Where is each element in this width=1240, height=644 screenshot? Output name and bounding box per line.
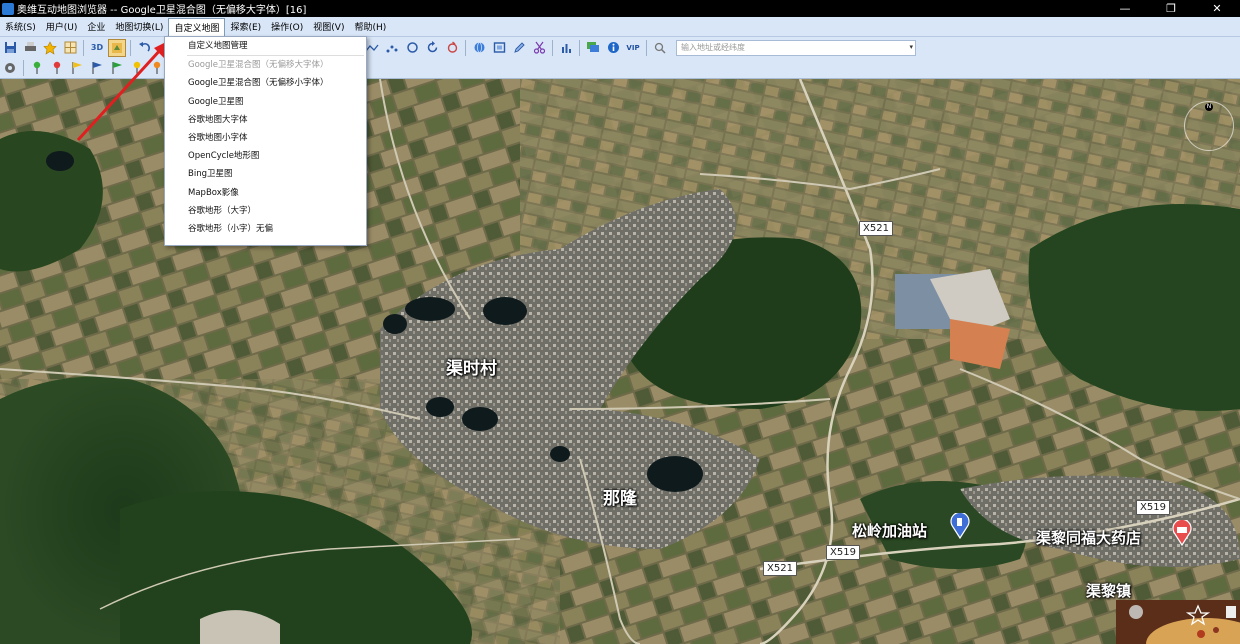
- menu-help[interactable]: 帮助(H): [349, 18, 391, 36]
- maximize-button[interactable]: ❐: [1148, 0, 1194, 17]
- menu-enterprise[interactable]: 企业: [82, 18, 110, 36]
- toolbar-separator: [83, 39, 84, 56]
- flag-blue-icon[interactable]: [88, 59, 106, 77]
- pin-green-icon[interactable]: [28, 59, 46, 77]
- map-layer-icon[interactable]: [108, 38, 126, 57]
- custom-map-dropdown: 自定义地图管理 Google卫星混合图（无偏移大字体） Google卫星混合图（…: [164, 36, 367, 246]
- menu-item-bing-satellite[interactable]: Bing卫星图: [165, 165, 366, 183]
- globe-icon[interactable]: [470, 39, 488, 57]
- road-shield: X519: [1136, 500, 1170, 515]
- menu-item-google-hybrid-large: Google卫星混合图（无偏移大字体）: [188, 60, 329, 71]
- menu-item-opencycle[interactable]: OpenCycle地形图: [165, 147, 366, 165]
- menu-operate[interactable]: 操作(O): [266, 18, 308, 36]
- chevron-down-icon[interactable]: ▾: [155, 39, 163, 57]
- road-shield: X521: [763, 561, 797, 576]
- menu-item-google-map-small[interactable]: 谷歌地图小字体: [165, 129, 366, 147]
- menu-explore[interactable]: 探索(E): [225, 18, 266, 36]
- app-icon: [2, 2, 14, 15]
- menu-custom-map[interactable]: 自定义地图: [168, 17, 226, 36]
- menu-item-mapbox[interactable]: MapBox影像: [165, 184, 366, 202]
- road-shield: X519: [826, 545, 860, 560]
- minimize-button[interactable]: —: [1102, 0, 1148, 17]
- compass-control[interactable]: N: [1184, 101, 1234, 151]
- place-label: 渠时村: [446, 359, 497, 379]
- flag-green-icon[interactable]: [108, 59, 126, 77]
- message-icon[interactable]: [584, 39, 602, 57]
- menu-system[interactable]: 系统(S): [0, 18, 41, 36]
- title-bar: 奥维互动地图浏览器 -- Google卫星混合图（无偏移大字体）[16] — ❐…: [0, 0, 1240, 17]
- frame-icon[interactable]: [490, 39, 508, 57]
- flag-yellow-icon[interactable]: [68, 59, 86, 77]
- search-icon: [651, 39, 669, 57]
- road-shield: X521: [859, 221, 893, 236]
- toolbar-separator: [23, 60, 24, 76]
- place-label: 那隆: [603, 489, 637, 509]
- grid-icon[interactable]: [61, 39, 79, 57]
- place-label: 渠黎镇: [1086, 582, 1132, 600]
- menu-item-custom-map-manage[interactable]: 自定义地图管理: [165, 37, 366, 55]
- pin-yellow-icon[interactable]: [128, 59, 146, 77]
- print-icon[interactable]: [21, 39, 39, 57]
- compass-north-label: N: [1205, 103, 1213, 111]
- pin-red-icon[interactable]: [48, 59, 66, 77]
- close-button[interactable]: ✕: [1194, 0, 1240, 17]
- save-icon[interactable]: [1, 39, 19, 57]
- scissors-icon[interactable]: [530, 39, 548, 57]
- favorite-star-icon[interactable]: [41, 39, 59, 57]
- menu-item-google-map-large[interactable]: 谷歌地图大字体: [165, 111, 366, 129]
- undo-icon[interactable]: [135, 39, 153, 57]
- pen-icon[interactable]: [510, 39, 528, 57]
- vip-button[interactable]: VIP: [624, 39, 642, 57]
- menu-item-google-terrain-large[interactable]: 谷歌地形（大字）: [165, 202, 366, 220]
- 3d-button[interactable]: 3D: [88, 39, 106, 57]
- toolbar-separator: [465, 39, 466, 56]
- info-icon[interactable]: [604, 39, 622, 57]
- rotate-icon[interactable]: [423, 39, 441, 57]
- statistics-icon[interactable]: [557, 39, 575, 57]
- settings-gear-icon[interactable]: [1, 59, 19, 77]
- menu-map-switch[interactable]: 地图切换(L): [110, 18, 168, 36]
- toolbar-separator: [552, 39, 553, 56]
- chevron-down-icon[interactable]: ▾: [909, 43, 913, 51]
- search-input[interactable]: 输入地址或经纬度 ▾: [676, 39, 916, 56]
- poi-label: 松岭加油站: [852, 522, 928, 540]
- menu-bar: 系统(S) 用户(U) 企业 地图切换(L) 自定义地图 探索(E) 操作(O)…: [0, 17, 1240, 37]
- toolbar-separator: [130, 39, 131, 56]
- poi-label: 渠黎同福大药店: [1036, 529, 1142, 547]
- locate-icon[interactable]: [443, 39, 461, 57]
- toolbar-separator: [579, 39, 580, 56]
- menu-view[interactable]: 视图(V): [308, 18, 349, 36]
- menu-item-google-terrain-small[interactable]: 谷歌地形（小字）无偏: [165, 220, 366, 238]
- window-title: 奥维互动地图浏览器 -- Google卫星混合图（无偏移大字体）[16]: [17, 5, 307, 16]
- menu-user[interactable]: 用户(U): [41, 18, 83, 36]
- mini-preview-image[interactable]: [1116, 600, 1240, 644]
- scatter-points-icon[interactable]: [383, 39, 401, 57]
- toolbar-separator: [646, 39, 647, 56]
- menu-item-google-hybrid-small[interactable]: Google卫星混合图（无偏移小字体）: [165, 74, 366, 92]
- circle-icon[interactable]: [403, 39, 421, 57]
- menu-item-google-satellite[interactable]: Google卫星图: [165, 93, 366, 111]
- fuel-station-pin-icon[interactable]: [950, 513, 970, 539]
- pharmacy-pin-icon[interactable]: [1172, 520, 1192, 546]
